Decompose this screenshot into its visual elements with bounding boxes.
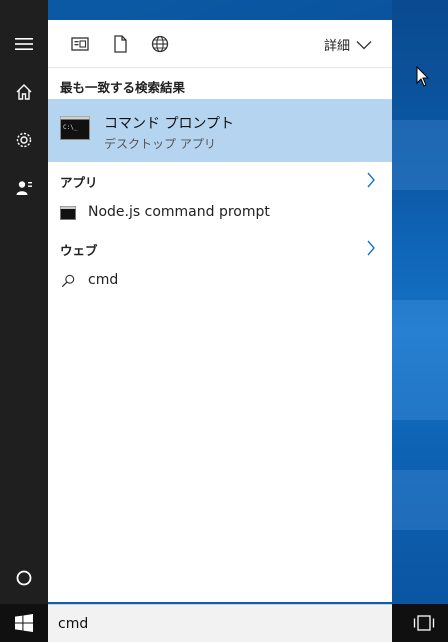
chevron-right-icon: [367, 240, 375, 256]
start-button[interactable]: [0, 604, 48, 642]
web-section-header[interactable]: ウェブ: [48, 234, 392, 262]
task-view-icon: [413, 615, 435, 631]
details-label: 詳細: [323, 39, 350, 54]
documents-filter-icon[interactable]: [110, 34, 130, 54]
svg-text:C:\_: C:\_: [63, 124, 78, 131]
apps-filter-icon[interactable]: [70, 34, 90, 54]
chevron-right-icon: [367, 172, 375, 188]
web-filter-icon[interactable]: [150, 34, 170, 54]
hamburger-icon: [15, 38, 33, 50]
apps-section-label: アプリ: [60, 175, 98, 190]
search-results-panel: 詳細 最も一致する検索結果 C:\_ コマンド プロンプト デスクトップ アプリ…: [48, 20, 392, 602]
best-match-result[interactable]: C:\_ コマンド プロンプト デスクトップ アプリ: [48, 99, 392, 162]
task-view-button[interactable]: [400, 604, 448, 642]
mouse-cursor-icon: [416, 66, 430, 87]
start-left-rail: [0, 0, 48, 642]
home-icon: [16, 84, 32, 100]
settings-button[interactable]: [0, 116, 48, 164]
apps-section-header[interactable]: アプリ: [48, 166, 392, 194]
best-match-subtitle: デスクトップ アプリ: [104, 137, 216, 151]
windows-logo-icon: [15, 614, 33, 632]
command-prompt-icon: C:\_: [60, 116, 90, 140]
details-dropdown[interactable]: 詳細: [324, 35, 372, 54]
list-item-label: cmd: [88, 272, 119, 288]
list-item-nodejs-command-prompt[interactable]: Node.js command prompt: [48, 198, 392, 230]
cortana-button[interactable]: [0, 554, 48, 602]
gear-icon: [16, 132, 32, 148]
search-input[interactable]: [58, 613, 378, 635]
list-item-web-cmd[interactable]: cmd: [48, 266, 392, 298]
search-box[interactable]: [48, 604, 392, 642]
home-button[interactable]: [0, 68, 48, 116]
filter-bar: 詳細: [48, 20, 392, 68]
web-section-label: ウェブ: [60, 243, 98, 258]
console-icon: [60, 206, 76, 220]
best-match-heading: 最も一致する検索結果: [60, 80, 186, 95]
menu-button[interactable]: [0, 20, 48, 68]
account-button[interactable]: [0, 164, 48, 212]
search-icon: [61, 274, 75, 288]
taskbar: [0, 604, 448, 642]
user-icon: [16, 181, 32, 195]
chevron-down-icon: [356, 40, 372, 49]
list-item-label: Node.js command prompt: [88, 204, 270, 220]
cortana-icon: [16, 570, 32, 586]
best-match-title: コマンド プロンプト: [104, 116, 235, 132]
desktop-wallpaper: [392, 0, 448, 604]
